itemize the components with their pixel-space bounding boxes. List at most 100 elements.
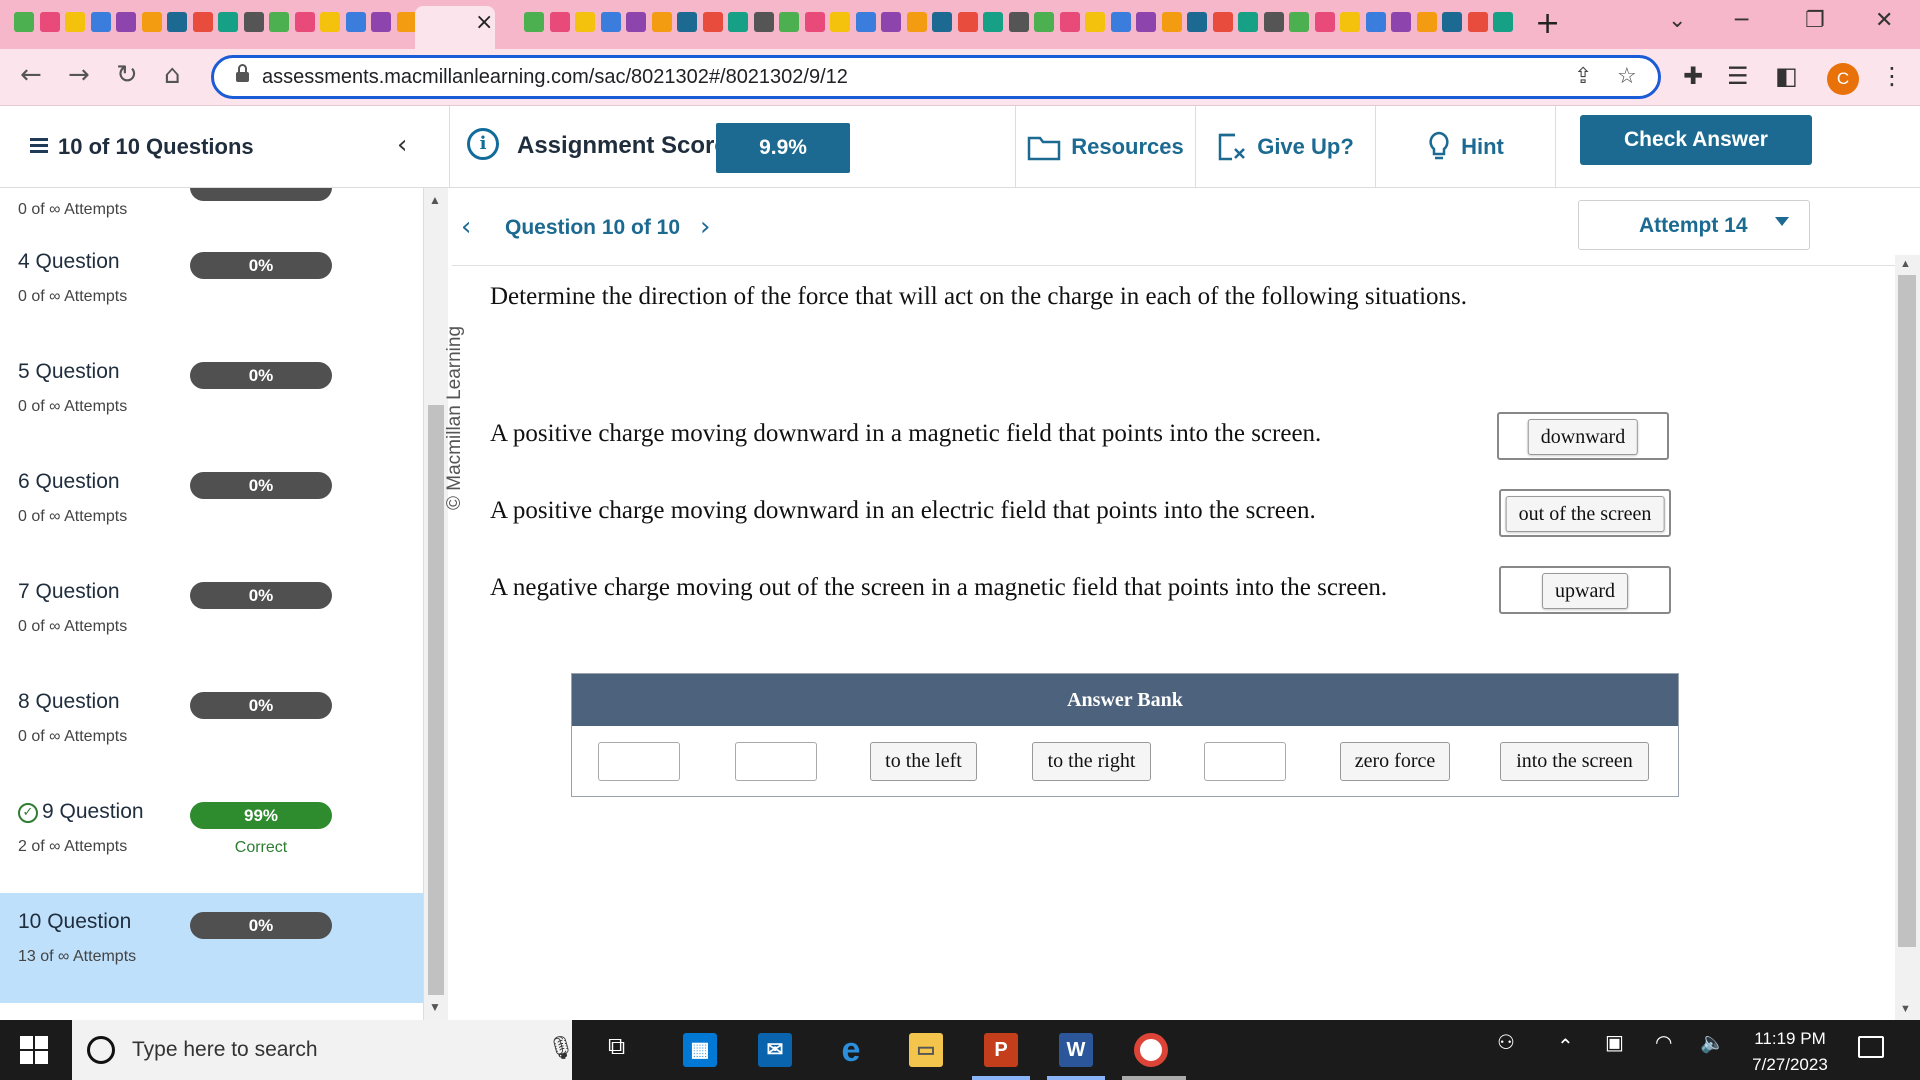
tab-favicon[interactable] — [1391, 12, 1411, 32]
answer-drop-zone[interactable]: upward — [1499, 566, 1671, 614]
tab-favicon[interactable] — [600, 12, 621, 32]
resources-button[interactable]: Resources — [1015, 106, 1195, 188]
tab-favicon[interactable] — [651, 12, 672, 32]
answer-bank-chip[interactable]: zero force — [1340, 742, 1450, 781]
volume-icon[interactable]: 🔈 — [1700, 1030, 1725, 1054]
tab-favicon[interactable] — [779, 12, 799, 32]
list-icon[interactable] — [30, 138, 48, 154]
wifi-icon[interactable]: ◠ — [1655, 1030, 1672, 1054]
address-bar[interactable]: assessments.macmillanlearning.com/sac/80… — [211, 55, 1661, 99]
tab-favicon[interactable] — [1314, 12, 1335, 32]
restore-icon[interactable]: ❐ — [1805, 8, 1825, 33]
tab-favicon[interactable] — [1110, 12, 1131, 32]
sidebar-question-item[interactable]: 7 Question 0% 0 of ∞ Attempts — [0, 563, 423, 673]
info-icon[interactable]: i — [467, 128, 499, 160]
answer-drop-zone[interactable]: downward — [1497, 412, 1669, 460]
taskbar-search-placeholder[interactable]: Type here to search — [132, 1038, 318, 1062]
tab-favicon[interactable] — [90, 12, 111, 32]
tab-favicon[interactable] — [218, 12, 238, 32]
back-icon[interactable]: ← — [20, 60, 42, 90]
close-tab-icon[interactable]: × — [475, 10, 493, 35]
tab-favicon[interactable] — [753, 12, 774, 32]
attempt-selector[interactable]: Attempt 14 — [1578, 200, 1810, 250]
tab-favicon[interactable] — [116, 12, 136, 32]
answer-bank-chip[interactable]: to the left — [870, 742, 977, 781]
window-close-icon[interactable]: ✕ — [1875, 8, 1893, 33]
tab-favicon[interactable] — [1059, 12, 1080, 32]
content-scroll-up-icon[interactable]: ▲ — [1900, 258, 1911, 270]
reading-list-icon[interactable]: ☰ — [1727, 62, 1749, 90]
sidebar-scroll-thumb[interactable] — [428, 405, 444, 995]
tab-favicon[interactable] — [345, 12, 366, 32]
tab-favicon[interactable] — [141, 12, 162, 32]
tray-chevron-icon[interactable]: ⌃ — [1557, 1034, 1574, 1058]
tab-favicon[interactable] — [983, 12, 1003, 32]
tab-favicon[interactable] — [1493, 12, 1513, 32]
windows-start-icon[interactable] — [20, 1036, 48, 1064]
reload-icon[interactable]: ↻ — [116, 60, 138, 90]
tab-favicon[interactable] — [906, 12, 927, 32]
tab-favicon[interactable] — [1340, 12, 1360, 32]
tab-favicon[interactable] — [1187, 12, 1207, 32]
tab-favicon[interactable] — [524, 12, 544, 32]
tab-favicon[interactable] — [855, 12, 876, 32]
tab-favicon[interactable] — [728, 12, 748, 32]
sidebar-question-item[interactable]: 5 Question 0% 0 of ∞ Attempts — [0, 343, 423, 453]
people-icon[interactable]: ⚇ — [1497, 1030, 1515, 1054]
task-view-icon[interactable]: ⧉ — [608, 1032, 625, 1060]
tab-favicon[interactable] — [1136, 12, 1156, 32]
next-question-icon[interactable]: › — [700, 212, 710, 242]
mail-icon[interactable]: ✉ — [758, 1033, 792, 1067]
tab-favicon[interactable] — [1467, 12, 1488, 32]
tab-favicon[interactable] — [830, 12, 850, 32]
tab-favicon[interactable] — [14, 12, 34, 32]
hint-button[interactable]: Hint — [1375, 106, 1555, 188]
taskbar-clock[interactable]: 11:19 PM 7/27/2023 — [1735, 1026, 1845, 1078]
share-icon[interactable]: ⇪ — [1574, 64, 1592, 89]
tab-favicon[interactable] — [1238, 12, 1258, 32]
placed-answer-chip[interactable]: downward — [1527, 419, 1639, 455]
chrome-icon[interactable] — [1134, 1033, 1168, 1067]
new-tab-button[interactable]: + — [1535, 6, 1560, 41]
url-text[interactable]: assessments.macmillanlearning.com/sac/80… — [262, 66, 848, 89]
tab-favicon[interactable] — [1365, 12, 1386, 32]
check-answer-button[interactable]: Check Answer — [1580, 115, 1812, 165]
sidebar-question-item[interactable]: 10 Question 0% 13 of ∞ Attempts — [0, 893, 423, 1003]
tab-favicon[interactable] — [1416, 12, 1437, 32]
taskbar-search[interactable]: Type here to search 🎙 — [72, 1020, 575, 1080]
sidebar-question-item[interactable]: 8 Question 0% 0 of ∞ Attempts — [0, 673, 423, 783]
tab-favicon[interactable] — [1289, 12, 1309, 32]
tab-favicon[interactable] — [1085, 12, 1105, 32]
content-scroll-thumb[interactable] — [1898, 275, 1916, 947]
tab-favicon[interactable] — [1442, 12, 1462, 32]
tab-favicon[interactable] — [371, 12, 391, 32]
minimize-icon[interactable]: ─ — [1735, 8, 1748, 33]
scroll-up-icon[interactable]: ▲ — [429, 193, 441, 207]
tab-favicon[interactable] — [881, 12, 901, 32]
tab-favicon[interactable] — [575, 12, 595, 32]
previous-question-icon[interactable]: ‹ — [461, 212, 471, 242]
tab-search-icon[interactable]: ⌄ — [1668, 8, 1686, 33]
collapse-sidebar-icon[interactable]: ‹ — [397, 130, 407, 160]
tab-favicon[interactable] — [65, 12, 85, 32]
sidebar-question-item[interactable]: 4 Question 0% 0 of ∞ Attempts — [0, 233, 423, 343]
tab-favicon[interactable] — [294, 12, 315, 32]
tab-favicon[interactable] — [1008, 12, 1029, 32]
tab-favicon[interactable] — [626, 12, 646, 32]
content-scroll-down-icon[interactable]: ▼ — [1900, 1003, 1911, 1015]
tab-favicon[interactable] — [549, 12, 570, 32]
home-icon[interactable]: ⌂ — [164, 60, 181, 90]
tab-favicon[interactable] — [1034, 12, 1054, 32]
browser-menu-icon[interactable]: ⋮ — [1880, 62, 1904, 90]
answer-drop-zone[interactable]: out of the screen — [1499, 489, 1671, 537]
tab-favicon[interactable] — [957, 12, 978, 32]
tab-favicon[interactable] — [804, 12, 825, 32]
placed-answer-chip[interactable]: upward — [1542, 573, 1628, 609]
empty-bank-slot[interactable] — [1204, 742, 1286, 781]
tab-favicon[interactable] — [192, 12, 213, 32]
tab-favicon[interactable] — [1161, 12, 1182, 32]
tab-favicon[interactable] — [932, 12, 952, 32]
microphone-icon[interactable]: 🎙 — [547, 1036, 575, 1061]
tab-favicon[interactable] — [1212, 12, 1233, 32]
powerpoint-icon[interactable]: P — [984, 1033, 1018, 1067]
